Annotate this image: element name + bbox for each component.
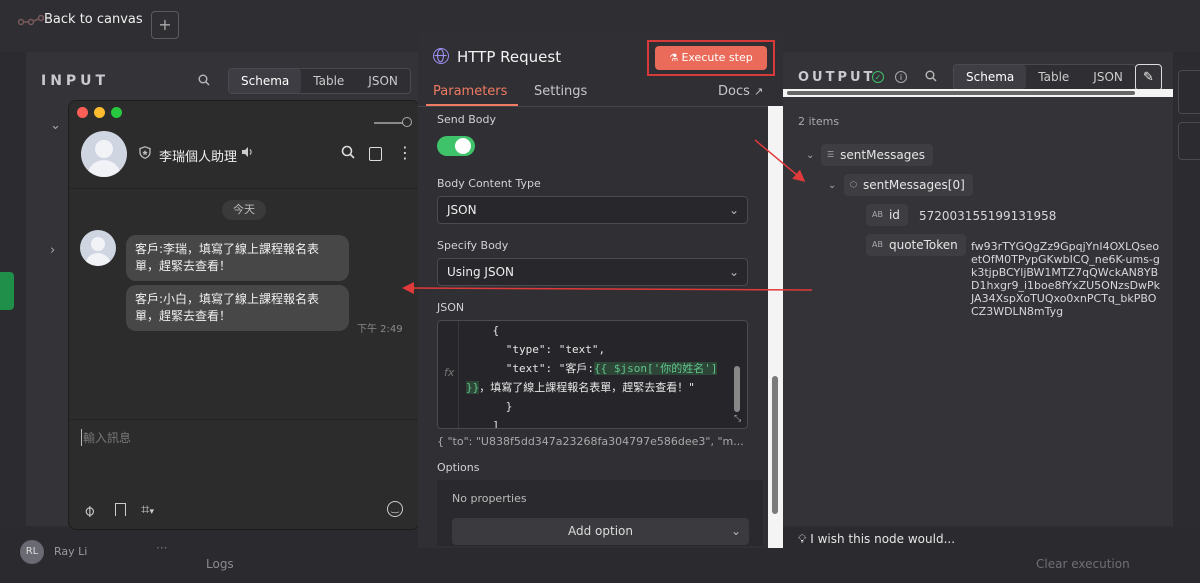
info-icon[interactable]: i [895, 71, 907, 83]
shield-icon [139, 146, 151, 162]
chevron-down-icon[interactable]: ⌄ [806, 150, 814, 161]
list-icon: ☰ [827, 150, 835, 159]
json-result-preview: { "to": "U838f5dd347a23268fa304797e586de… [437, 435, 744, 448]
resize-icon[interactable]: ⤡ [734, 414, 741, 424]
panel-scrollbar[interactable] [772, 376, 778, 514]
tab-schema[interactable]: Schema [229, 69, 302, 93]
chevron-right-icon[interactable]: › [50, 243, 55, 258]
tab-parameters[interactable]: Parameters [433, 84, 507, 99]
canvas-side-button[interactable] [1178, 70, 1200, 114]
editor-gutter [458, 321, 459, 428]
chevron-down-icon[interactable]: ⌄ [828, 180, 836, 191]
flask-icon: ⚗ [669, 53, 682, 64]
contact-avatar [81, 131, 127, 177]
pencil-icon[interactable]: ✎ [1135, 64, 1162, 91]
window-close-button[interactable] [77, 107, 88, 118]
toggle-knob[interactable] [455, 138, 471, 154]
schema-key-sentmessages[interactable]: ☰ sentMessages [821, 144, 933, 166]
options-label: Options [437, 461, 480, 474]
execute-step-button[interactable]: ⚗ Execute step [655, 46, 767, 70]
tab-table[interactable]: Table [1026, 65, 1081, 89]
bookmark-icon[interactable] [115, 503, 126, 516]
divider [69, 419, 419, 420]
search-icon[interactable] [198, 74, 210, 89]
google-sheets-icon [0, 272, 14, 310]
add-option-button[interactable]: Add option ⌄ [452, 518, 749, 545]
contact-name: 李瑞個人助理 [159, 150, 238, 165]
add-node-button[interactable]: + [151, 11, 179, 39]
items-count: 2 items [798, 115, 840, 128]
json-code-editor[interactable]: fx { "type": "text", "text": "客戶:{{ $jso… [437, 320, 748, 429]
horizontal-scrollbar[interactable] [787, 91, 1135, 95]
screenshot-crop-icon[interactable]: ⌗▾ [141, 500, 154, 518]
input-panel-title: INPUT [41, 73, 110, 89]
schema-key-id[interactable]: AB id [866, 204, 908, 226]
output-panel-title: OUTPUT [798, 70, 876, 85]
chat-message: 客戶:小白，填寫了線上課程報名表單，趕緊去查看！ [126, 285, 349, 331]
message-time: 下午 2:49 [357, 324, 403, 335]
emoji-icon[interactable]: ‿ [387, 501, 403, 517]
chevron-down-icon[interactable]: ⌄ [50, 118, 61, 133]
tab-settings[interactable]: Settings [534, 84, 587, 99]
divider [418, 106, 768, 107]
search-icon[interactable] [925, 70, 937, 85]
schema-key-sentmessages-0[interactable]: ⬡ sentMessages[0] [844, 174, 973, 196]
input-view-tabs: Schema Table JSON [228, 68, 411, 94]
message-input[interactable]: 輸入訊息 [81, 429, 131, 446]
back-to-canvas-link[interactable]: Back to canvas [44, 12, 143, 27]
output-view-tabs: Schema Table JSON [953, 64, 1136, 90]
schema-key-quotetoken[interactable]: AB quoteToken [866, 234, 966, 256]
user-avatar[interactable]: RL [20, 540, 44, 564]
tab-schema[interactable]: Schema [954, 65, 1027, 89]
string-type-icon: AB [872, 240, 883, 249]
chat-search-icon[interactable] [341, 145, 355, 163]
tab-table[interactable]: Table [301, 69, 356, 93]
chevron-down-icon: ⌄ [728, 203, 739, 217]
node-title: HTTP Request [457, 48, 562, 66]
globe-icon [433, 48, 449, 64]
specify-body-label: Specify Body [437, 239, 509, 252]
expression-fx-icon: fx [444, 366, 455, 379]
canvas-side-button[interactable] [1178, 122, 1200, 160]
tab-json[interactable]: JSON [1081, 65, 1135, 89]
external-link-icon: ↗ [754, 85, 764, 98]
divider [69, 188, 419, 189]
n8n-logo [17, 14, 45, 33]
string-type-icon: AB [872, 210, 883, 219]
logs-label[interactable]: Logs [206, 557, 234, 571]
schema-value-quotetoken: fw93rTYGQgZz9GpqjYnI4OXLQseoetOfM0TPypGK… [971, 240, 1161, 318]
clear-execution-button[interactable]: Clear execution [1036, 557, 1130, 571]
chat-window: 李瑞個人助理 ⋮ 今天 客戶:李瑞，填寫了線上課程報名表單，趕緊去查看！ 客戶:… [68, 100, 420, 530]
chevron-down-icon: ⌄ [728, 265, 739, 279]
specify-body-select[interactable]: Using JSON ⌄ [437, 258, 748, 286]
date-chip: 今天 [222, 200, 266, 220]
body-content-type-select[interactable]: JSON ⌄ [437, 196, 748, 224]
speaker-icon[interactable] [241, 146, 254, 161]
chevron-down-icon: ⌄ [730, 524, 741, 538]
note-icon[interactable] [369, 147, 382, 161]
tab-json[interactable]: JSON [356, 69, 410, 93]
chat-message: 客戶:李瑞，填寫了線上課程報名表單，趕緊去查看！ [126, 235, 349, 281]
editor-scrollbar[interactable] [734, 366, 740, 412]
body-content-type-label: Body Content Type [437, 177, 541, 190]
json-label: JSON [437, 301, 465, 314]
message-avatar [80, 230, 116, 266]
docs-link[interactable]: Docs ↗ [718, 84, 763, 99]
code-text[interactable]: { "type": "text", "text": "客戶:{{ $json['… [466, 321, 718, 428]
success-check-icon: ✓ [872, 71, 884, 83]
object-cube-icon: ⬡ [850, 180, 857, 189]
window-maximize-button[interactable] [111, 107, 122, 118]
paperclip-icon[interactable]: ⌀ [79, 500, 99, 520]
feedback-link[interactable]: 💡︎ I wish this node would... [798, 532, 955, 547]
lightbulb-icon: 💡︎ [798, 532, 811, 546]
window-minimize-button[interactable] [94, 107, 105, 118]
schema-value-id: 572003155199131958 [919, 209, 1057, 223]
send-body-label: Send Body [437, 113, 496, 126]
user-more-button[interactable]: ··· [156, 541, 167, 555]
no-properties-text: No properties [452, 492, 527, 505]
opacity-slider-knob[interactable] [402, 117, 412, 127]
user-name: Ray Li [54, 545, 88, 558]
more-vertical-icon[interactable]: ⋮ [397, 143, 413, 162]
